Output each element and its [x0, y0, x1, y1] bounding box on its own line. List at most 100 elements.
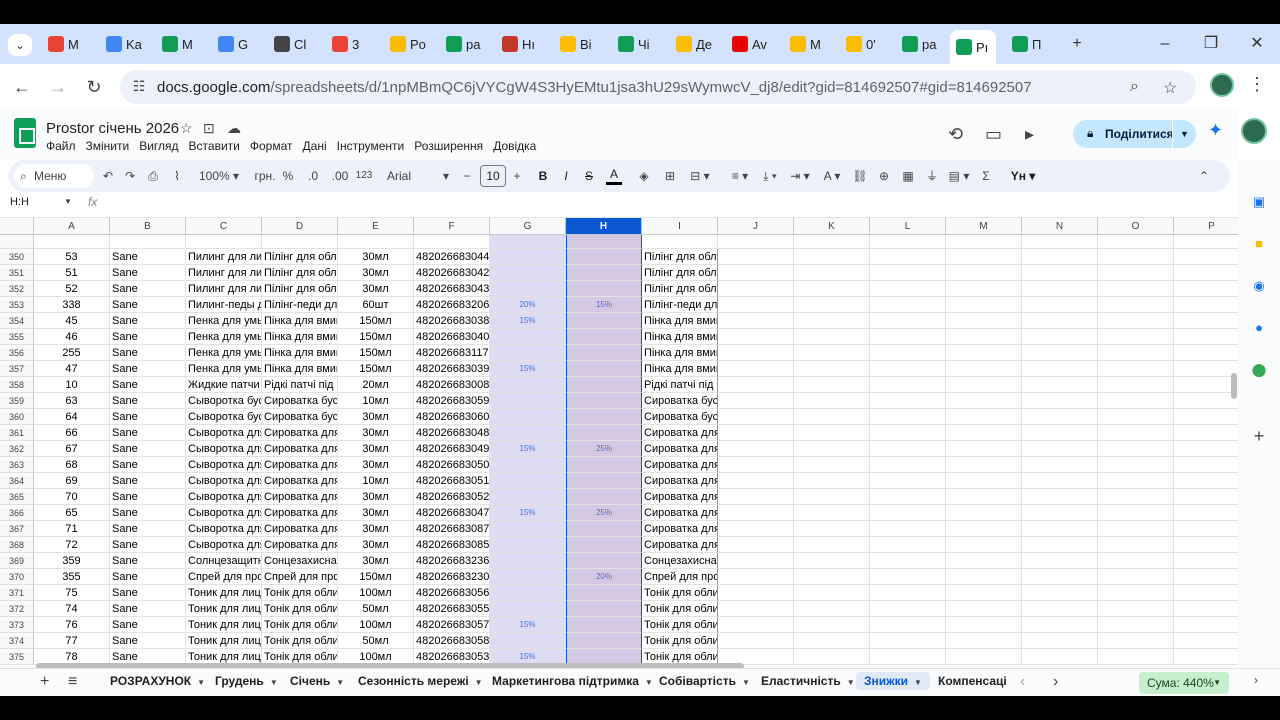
cell-b[interactable]: Sane [110, 441, 186, 457]
forward-button[interactable]: → [45, 74, 71, 100]
cell-empty[interactable] [1022, 505, 1098, 521]
font-size-input[interactable]: 10 [480, 165, 506, 187]
cell-h[interactable] [566, 265, 642, 281]
minimize-button[interactable]: – [1150, 32, 1180, 56]
cell-empty[interactable] [1098, 649, 1174, 665]
cell-empty[interactable] [946, 553, 1022, 569]
cell-empty[interactable] [794, 633, 870, 649]
cell-g[interactable] [490, 457, 566, 473]
functions-icon[interactable]: Σ [978, 167, 994, 185]
cell-empty[interactable] [946, 297, 1022, 313]
cell-empty[interactable] [1098, 281, 1174, 297]
cell-d[interactable]: Тонік для облич [262, 585, 338, 601]
cell-empty[interactable] [718, 633, 794, 649]
cell-empty[interactable] [870, 505, 946, 521]
browser-tab[interactable]: M [784, 28, 836, 60]
cell-empty[interactable] [718, 313, 794, 329]
cell-c[interactable]: Пенка для умые [186, 345, 262, 361]
chevron-down-icon[interactable]: ▼ [742, 678, 750, 687]
cell-empty[interactable] [794, 617, 870, 633]
row-number[interactable]: 362 [0, 441, 34, 457]
cell-empty[interactable] [870, 377, 946, 393]
cell-empty[interactable] [946, 521, 1022, 537]
cell-empty[interactable] [718, 457, 794, 473]
cell-e[interactable]: 100мл [338, 617, 414, 633]
cell-b[interactable]: Sane [110, 377, 186, 393]
column-header[interactable]: L [870, 218, 946, 235]
increase-font-size-button[interactable]: + [510, 167, 524, 185]
cell-d[interactable]: Сонцезахисна с [262, 553, 338, 569]
cell-i[interactable]: Сироватка для ч [642, 537, 718, 553]
new-tab-button[interactable]: + [1062, 32, 1092, 56]
chevron-down-icon[interactable]: ▼ [270, 678, 278, 687]
contacts-icon[interactable]: ● [1249, 318, 1269, 338]
cell-h[interactable]: 20% [566, 569, 642, 585]
cell-empty[interactable] [1022, 537, 1098, 553]
cell-empty[interactable] [794, 585, 870, 601]
cell-e[interactable]: 30мл [338, 553, 414, 569]
name-box-dropdown-icon[interactable]: ▼ [64, 197, 72, 206]
cell-c[interactable]: Сыворотка для [186, 441, 262, 457]
cell-i[interactable]: Сонцезахисна с [642, 553, 718, 569]
cell-empty[interactable] [794, 601, 870, 617]
cell-empty[interactable] [946, 457, 1022, 473]
cell-b[interactable]: Sane [110, 281, 186, 297]
text-wrapping-icon[interactable]: ⇥ ▾ [786, 167, 814, 185]
cell-empty[interactable] [946, 489, 1022, 505]
column-header[interactable]: N [1022, 218, 1098, 235]
cell-i[interactable]: Пілінг для облич [642, 265, 718, 281]
cell-empty[interactable] [1174, 473, 1238, 489]
browser-tab[interactable]: Ві [554, 28, 606, 60]
select-all-corner[interactable] [0, 218, 34, 235]
cell-h[interactable] [566, 457, 642, 473]
cell-d[interactable]: Сироватка буст [262, 393, 338, 409]
cell-d[interactable]: Тонік для облич [262, 601, 338, 617]
cell-c[interactable]: Сыворотка для [186, 521, 262, 537]
cell-empty[interactable] [946, 537, 1022, 553]
cell-a[interactable]: 65 [34, 505, 110, 521]
sheets-logo-icon[interactable] [14, 118, 36, 148]
cell-f[interactable]: 4820266830854 [414, 537, 490, 553]
cell-empty[interactable] [1022, 521, 1098, 537]
row-number[interactable]: 360 [0, 409, 34, 425]
cell-h[interactable] [566, 345, 642, 361]
cell-h[interactable] [566, 425, 642, 441]
cell-a[interactable]: 76 [34, 617, 110, 633]
cell-empty[interactable] [1022, 265, 1098, 281]
version-history-icon[interactable]: ⟲ [948, 124, 963, 145]
cell-f[interactable]: 4820266831172 [414, 345, 490, 361]
cell-h[interactable]: 15% [566, 297, 642, 313]
column-header[interactable]: O [1098, 218, 1174, 235]
cell-empty[interactable] [1022, 297, 1098, 313]
cell-c[interactable]: Тоник для лица [186, 633, 262, 649]
cell-empty[interactable] [1098, 633, 1174, 649]
menu-item[interactable]: Розширення [414, 139, 483, 153]
site-info-icon[interactable]: ☷ [130, 78, 148, 96]
cell-i[interactable]: Пінка для вмива [642, 329, 718, 345]
cell-f[interactable]: 4820266830397 [414, 361, 490, 377]
cell-g[interactable]: 15% [490, 361, 566, 377]
cell-empty[interactable] [1174, 329, 1238, 345]
calendar-icon[interactable]: ▣ [1249, 192, 1269, 212]
cell-empty[interactable] [1174, 489, 1238, 505]
cell-i[interactable]: Тонік для облич [642, 633, 718, 649]
cell-h[interactable] [566, 249, 642, 265]
insert-comment-icon[interactable]: ⊕ [876, 167, 892, 185]
cell-b[interactable]: Sane [110, 489, 186, 505]
vertical-align-icon[interactable]: ⤓ ▾ [756, 167, 784, 185]
cell-e[interactable]: 30мл [338, 425, 414, 441]
cell-empty[interactable] [870, 537, 946, 553]
cell-c[interactable]: Сыворотка для [186, 489, 262, 505]
cell-empty[interactable] [718, 473, 794, 489]
cell-empty[interactable] [1098, 569, 1174, 585]
cell-empty[interactable] [870, 649, 946, 665]
cell-a[interactable]: 77 [34, 633, 110, 649]
cell-g[interactable]: 20% [490, 297, 566, 313]
row-number[interactable]: 353 [0, 297, 34, 313]
cell-e[interactable]: 10мл [338, 393, 414, 409]
cell-a[interactable]: 72 [34, 537, 110, 553]
cell-a[interactable]: 52 [34, 281, 110, 297]
tab-search-button[interactable]: ⌄ [8, 34, 32, 56]
cell-c[interactable]: Пилинг-педы дл [186, 297, 262, 313]
sheet-tab[interactable]: Грудень ▼ [215, 674, 278, 688]
